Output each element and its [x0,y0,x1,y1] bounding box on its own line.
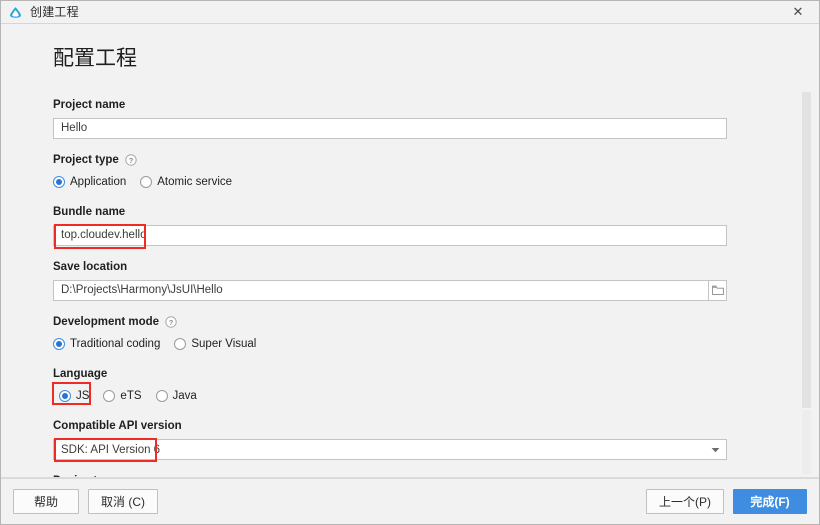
create-project-dialog: 创建工程 ✕ 配置工程 Project name Hello Project t… [0,0,820,525]
cancel-button[interactable]: 取消 (C) [88,489,158,514]
window-title: 创建工程 [30,5,79,19]
label-development-mode: Development mode ? [53,315,727,329]
help-circle-icon[interactable]: ? [125,154,137,166]
radio-indicator[interactable] [53,338,65,350]
option-label: Atomic service [157,176,233,188]
field-development-mode: Development mode ? Traditional coding Su… [53,315,727,353]
radio-option-ets[interactable]: eTS [103,389,142,403]
svg-text:?: ? [169,318,174,327]
page-title: 配置工程 [53,47,137,70]
vertical-scrollbar[interactable] [802,92,811,474]
label-save-location: Save location [53,260,727,274]
radio-indicator[interactable] [59,390,71,402]
project-type-options: Application Atomic service [53,173,727,191]
save-location-row: D:\Projects\Harmony\JsUI\Hello [53,280,727,301]
help-circle-icon[interactable]: ? [165,316,177,328]
close-icon[interactable]: ✕ [777,1,819,23]
help-button[interactable]: 帮助 [13,489,79,514]
folder-icon [711,285,724,296]
label-language: Language [53,367,727,381]
form-scroll-area: 配置工程 Project name Hello Project type ? A… [1,24,819,477]
dialog-body: 配置工程 Project name Hello Project type ? A… [1,24,819,478]
selected-value: SDK: API Version 6 [61,443,161,456]
radio-indicator[interactable] [53,176,65,188]
option-label: Super Visual [191,338,257,350]
field-compatible-api-version: Compatible API version SDK: API Version … [53,419,727,462]
language-options: JS eTS Java [53,387,727,405]
field-bundle-name: Bundle name top.cloudev.hello [53,205,727,249]
radio-option-atomic-service[interactable]: Atomic service [140,175,232,189]
radio-option-java[interactable]: Java [155,389,197,403]
label-text: Project name [53,99,126,111]
title-bar: 创建工程 ✕ [1,1,819,24]
option-label: eTS [120,390,142,402]
option-label: Traditional coding [70,338,161,350]
save-location-input[interactable]: D:\Projects\Harmony\JsUI\Hello [53,280,708,301]
option-label: Application [70,176,127,188]
label-text: Bundle name [53,206,126,218]
dialog-footer: 帮助 取消 (C) 上一个(P) 完成(F) [1,478,819,524]
harmonyos-logo-icon [10,6,21,18]
label-text: Development mode [53,316,160,328]
label-text: Language [53,368,108,380]
radio-indicator[interactable] [140,176,153,188]
footer-right-buttons: 上一个(P) 完成(F) [646,489,807,514]
finish-button[interactable]: 完成(F) [733,489,807,514]
scrollbar-track-lower[interactable] [802,410,811,474]
radio-indicator[interactable] [174,338,187,350]
previous-button[interactable]: 上一个(P) [646,489,724,514]
field-project-type: Project type ? Application Atomic servic… [53,153,727,191]
option-label: JS [76,390,90,402]
footer-left-buttons: 帮助 取消 (C) [13,489,158,514]
label-bundle-name: Bundle name [53,205,727,219]
label-project-name: Project name [53,98,727,112]
project-name-input[interactable]: Hello [53,118,727,139]
compatible-api-version-select[interactable]: SDK: API Version 6 [53,439,727,460]
bundle-name-input[interactable]: top.cloudev.hello [53,225,727,246]
field-project-name: Project name Hello [53,98,727,139]
radio-option-traditional-coding[interactable]: Traditional coding [53,337,160,351]
label-compatible-api-version: Compatible API version [53,419,727,433]
label-project-type: Project type ? [53,153,727,167]
radio-option-js[interactable]: JS [59,389,89,403]
development-mode-options: Traditional coding Super Visual [53,335,727,353]
radio-indicator[interactable] [155,390,168,402]
browse-folder-button[interactable] [708,280,727,301]
scrollbar-thumb[interactable] [802,92,811,408]
svg-text:?: ? [129,156,134,165]
chevron-down-icon [711,447,720,452]
label-text: Compatible API version [53,420,182,432]
label-text: Project type [53,154,119,166]
field-save-location: Save location D:\Projects\Harmony\JsUI\H… [53,260,727,301]
radio-option-super-visual[interactable]: Super Visual [174,337,256,351]
label-text: Save location [53,261,128,273]
field-language: Language JS eTS Java [52,367,727,405]
radio-option-application[interactable]: Application [53,175,126,189]
option-label: Java [172,390,197,402]
radio-indicator[interactable] [103,390,116,402]
